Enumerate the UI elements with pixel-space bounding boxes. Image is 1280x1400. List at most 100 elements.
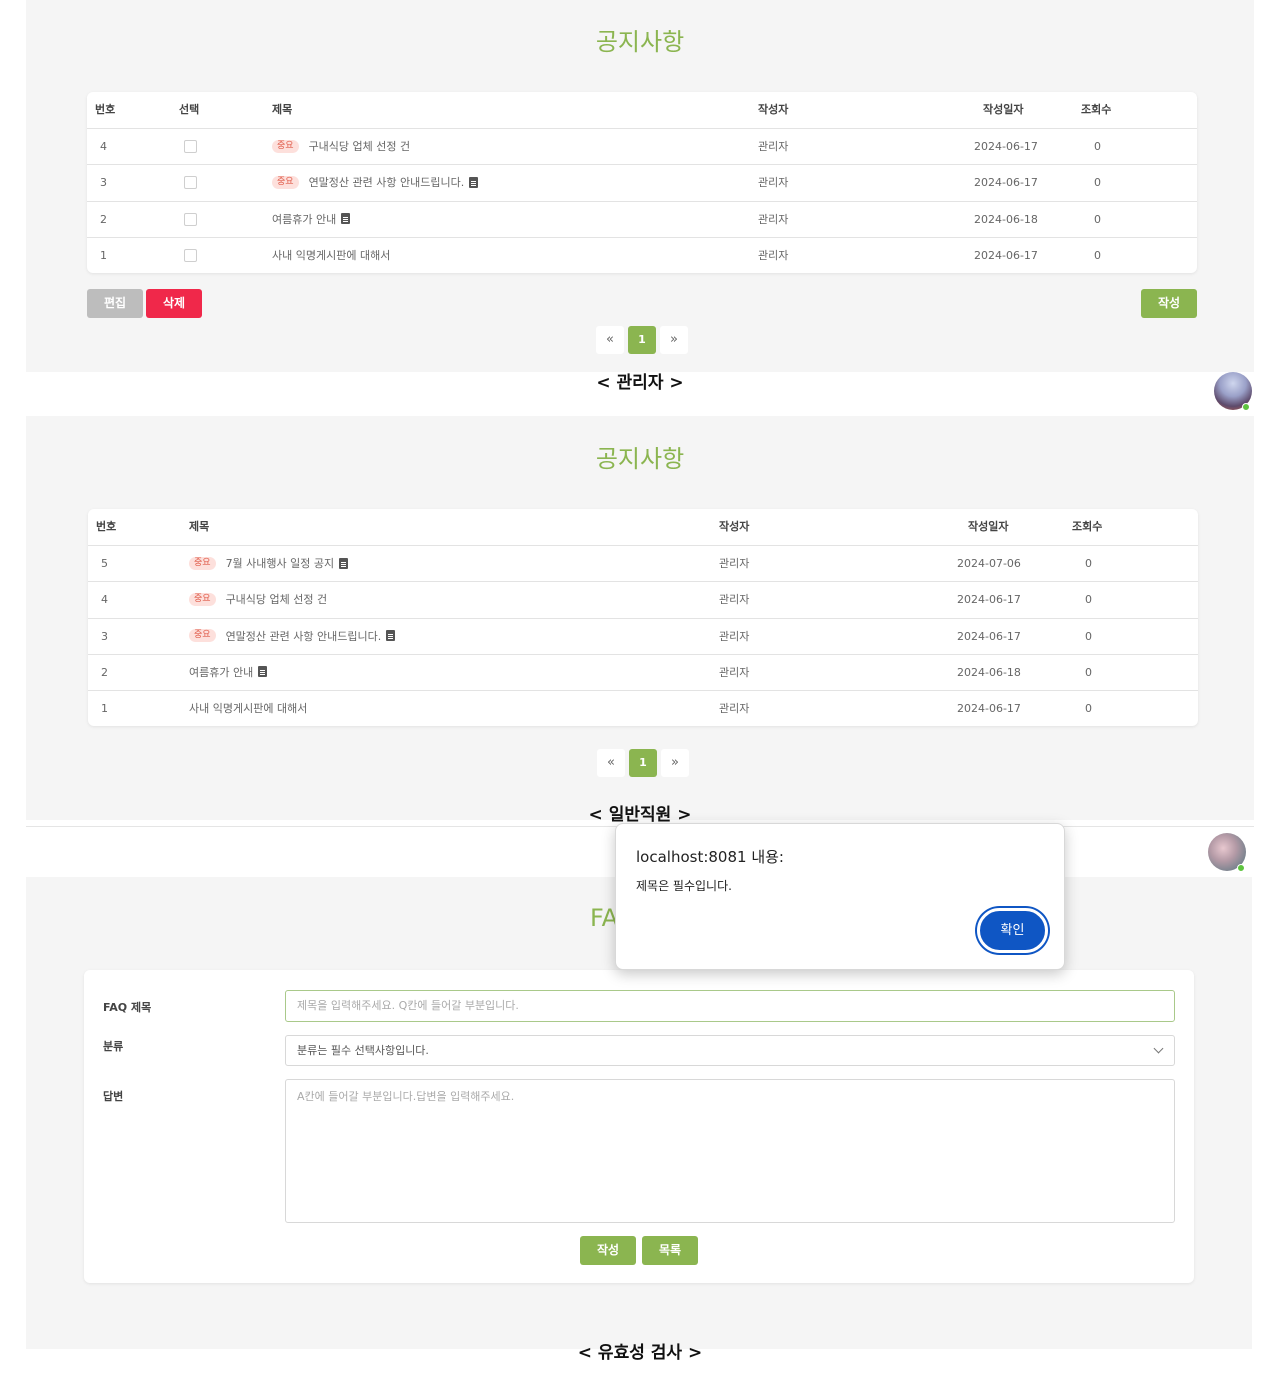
table-row[interactable]: 3 중요 연말정산 관련 사항 안내드립니다. 관리자 2024-06-17 0 [87,164,1197,200]
document-icon [339,557,349,569]
table-row[interactable]: 5 중요 7월 사내행사 일정 공지 관리자 2024-07-06 0 [88,545,1198,581]
col-select: 선택 [179,103,200,116]
faq-form: FAQ 제목 제목을 입력해주세요. Q칸에 들어갈 부분입니다. 분류 분류는… [84,970,1194,1283]
document-icon [341,213,351,225]
pagination-prev[interactable]: « [597,749,625,777]
pagination-next[interactable]: » [660,326,688,354]
row-subject-cell[interactable]: 사내 익명게시판에 대해서 [272,238,390,273]
row-checkbox[interactable] [184,248,197,262]
col-writer: 작성자 [719,520,750,533]
row-writer: 관리자 [719,665,750,679]
admin-caption: < 관리자 > [596,373,684,393]
row-subject-link[interactable]: 사내 익명게시판에 대해서 [189,702,307,715]
row-date: 2024-06-17 [974,140,1038,153]
row-subject-link[interactable]: 연말정산 관련 사항 안내드립니다. [226,630,382,643]
row-subject-link[interactable]: 여름휴가 안내 [272,213,336,226]
document-icon [386,630,396,642]
faq-title-label: FAQ 제목 [103,1001,152,1014]
page-title: 공지사항 [595,28,685,56]
row-date: 2024-06-18 [974,212,1038,226]
write-button[interactable]: 작성 [1141,289,1197,318]
row-subject-cell[interactable]: 중요 구내식당 업체 선정 건 [272,129,410,165]
important-badge: 중요 [189,629,216,643]
row-subject-cell[interactable]: 사내 익명게시판에 대해서 [189,691,307,726]
row-checkbox[interactable] [184,176,197,190]
category-selected-value: 분류는 필수 선택사항입니다. [297,1044,429,1057]
row-subject-cell[interactable]: 중요 구내식당 업체 선정 건 [189,582,327,618]
category-label: 분류 [103,1040,124,1053]
answer-label: 답변 [103,1090,124,1103]
row-no: 4 [100,140,107,153]
row-writer: 관리자 [719,557,750,570]
row-views: 0 [1094,140,1101,153]
important-badge: 중요 [189,592,216,606]
row-subject-cell[interactable]: 중요 7월 사내행사 일정 공지 [189,546,349,582]
row-views: 0 [1085,593,1092,607]
row-views: 0 [1094,176,1101,190]
answer-textarea[interactable]: A칸에 들어갈 부분입니다.답변을 입력해주세요. [285,1079,1175,1223]
notice-table: 번호 제목 작성자 작성일자 조회수 5 중요 7월 사내행사 일정 공지 관리자 20… [88,509,1198,726]
chevron-down-icon [1153,1043,1164,1054]
table-row[interactable]: 4 중요 구내식당 업체 선정 건 관리자 2024-06-17 0 [88,581,1198,617]
row-views: 0 [1085,702,1092,716]
pagination-current[interactable]: 1 [629,749,657,777]
pagination-prev[interactable]: « [596,326,624,354]
alert-origin: localhost:8081 내용: [636,848,784,866]
row-subject-cell[interactable]: 중요 연말정산 관련 사항 안내드립니다. [189,619,396,655]
row-no: 1 [101,702,108,716]
table-row[interactable]: 4 중요 구내식당 업체 선정 건 관리자 2024-06-17 0 [87,128,1197,164]
faq-title-input[interactable]: 제목을 입력해주세요. Q칸에 들어갈 부분입니다. [285,990,1175,1022]
row-date: 2024-06-17 [957,702,1021,716]
row-subject-link[interactable]: 7월 사내행사 일정 공지 [226,557,335,570]
row-subject-cell[interactable]: 여름휴가 안내 [272,202,351,238]
pagination-current[interactable]: 1 [628,326,656,354]
row-subject-link[interactable]: 구내식당 업체 선정 건 [309,140,411,153]
pagination-next[interactable]: » [661,749,689,777]
row-subject-cell[interactable]: 여름휴가 안내 [189,655,268,691]
col-writer: 작성자 [758,103,789,116]
row-writer: 관리자 [758,248,789,262]
faq-list-button[interactable]: 목록 [642,1236,698,1265]
delete-button[interactable]: 삭제 [146,289,202,318]
table-row[interactable]: 1 사내 익명게시판에 대해서 관리자 2024-06-17 0 [87,236,1197,273]
row-writer: 관리자 [758,212,789,226]
confirm-button[interactable]: 확인 [977,908,1048,953]
row-checkbox[interactable] [184,212,197,226]
row-views: 0 [1094,212,1101,226]
row-views: 0 [1085,557,1092,570]
page-title: 공지사항 [595,445,685,473]
admin-panel: 공지사항 번호 선택 제목 작성자 작성일자 조회수 4 중요 구내식당 업체 선정… [26,0,1254,372]
row-subject-link[interactable]: 구내식당 업체 선정 건 [226,593,328,606]
row-views: 0 [1085,629,1092,643]
row-checkbox[interactable] [184,140,197,153]
row-writer: 관리자 [719,593,750,607]
row-no: 1 [100,248,107,262]
edit-button[interactable]: 편집 [87,289,143,318]
row-date: 2024-06-18 [957,665,1021,679]
document-icon [258,666,268,678]
row-subject-link[interactable]: 여름휴가 안내 [189,666,253,679]
row-date: 2024-07-06 [957,557,1021,570]
table-header: 번호 제목 작성자 작성일자 조회수 [88,509,1198,545]
category-select[interactable]: 분류는 필수 선택사항입니다. [285,1035,1175,1066]
row-subject-link[interactable]: 사내 익명게시판에 대해서 [272,249,390,262]
col-subject: 제목 [272,103,293,116]
online-status-dot [1242,403,1250,411]
table-row[interactable]: 2 여름휴가 안내 관리자 2024-06-18 0 [88,653,1198,691]
row-no: 3 [101,629,108,643]
row-no: 4 [101,593,108,607]
row-subject-cell[interactable]: 중요 연말정산 관련 사항 안내드립니다. [272,165,479,201]
col-views: 조회수 [1072,520,1103,533]
notice-table: 번호 선택 제목 작성자 작성일자 조회수 4 중요 구내식당 업체 선정 건 관리자… [87,92,1197,273]
row-views: 0 [1094,248,1101,262]
col-no: 번호 [95,103,116,116]
alert-dialog: localhost:8081 내용: 제목은 필수입니다. 확인 [615,823,1065,970]
alert-message: 제목은 필수입니다. [636,879,732,893]
table-row[interactable]: 2 여름휴가 안내 관리자 2024-06-18 0 [87,200,1197,238]
table-row[interactable]: 3 중요 연말정산 관련 사항 안내드립니다. 관리자 2024-06-17 0 [88,617,1198,655]
row-subject-link[interactable]: 연말정산 관련 사항 안내드립니다. [309,176,465,189]
faq-write-button[interactable]: 작성 [580,1236,636,1265]
col-views: 조회수 [1081,103,1112,116]
table-row[interactable]: 1 사내 익명게시판에 대해서 관리자 2024-06-17 0 [88,690,1198,726]
row-no: 3 [100,176,107,190]
